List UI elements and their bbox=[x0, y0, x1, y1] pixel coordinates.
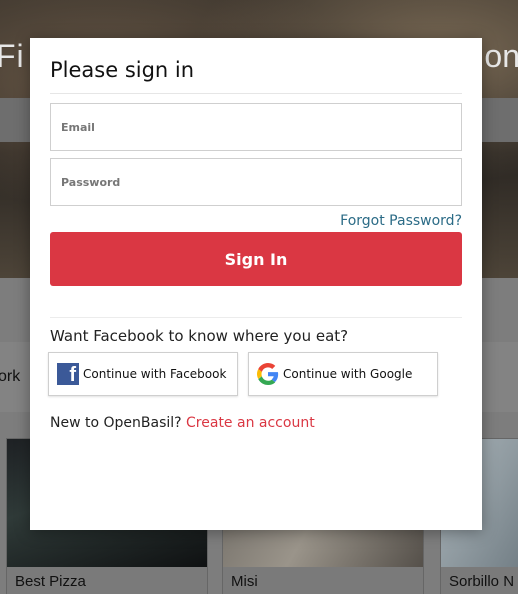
signup-prompt: New to OpenBasil? bbox=[50, 415, 182, 431]
sign-in-button[interactable]: Sign In bbox=[50, 232, 462, 286]
social-login-prompt: Want Facebook to know where you eat? bbox=[50, 327, 349, 345]
modal-title: Please sign in bbox=[50, 58, 195, 82]
divider bbox=[50, 93, 462, 94]
hero-heading-left: Fi bbox=[0, 38, 25, 74]
restaurant-name: Best Pizza bbox=[7, 567, 207, 594]
signup-row: New to OpenBasil? Create an account bbox=[50, 415, 315, 431]
restaurant-name: Sorbillo N bbox=[441, 567, 518, 594]
section-heading: ork bbox=[0, 368, 21, 385]
facebook-button-label: Continue with Facebook bbox=[83, 367, 227, 381]
facebook-icon: f bbox=[57, 363, 79, 385]
create-account-link[interactable]: Create an account bbox=[186, 415, 315, 431]
facebook-login-button[interactable]: f Continue with Facebook bbox=[48, 352, 238, 396]
google-button-label: Continue with Google bbox=[283, 367, 413, 381]
forgot-password-link[interactable]: Forgot Password? bbox=[340, 213, 462, 229]
email-field bbox=[50, 103, 462, 151]
google-login-button[interactable]: Continue with Google bbox=[248, 352, 438, 396]
password-input[interactable] bbox=[51, 159, 461, 205]
email-input[interactable] bbox=[51, 104, 461, 150]
restaurant-name: Misi bbox=[223, 567, 423, 594]
divider bbox=[50, 317, 462, 318]
google-icon bbox=[257, 363, 279, 385]
hero-heading-right: on bbox=[484, 38, 518, 74]
signin-modal: Please sign in Forgot Password? Sign In … bbox=[30, 38, 482, 530]
password-field bbox=[50, 158, 462, 206]
